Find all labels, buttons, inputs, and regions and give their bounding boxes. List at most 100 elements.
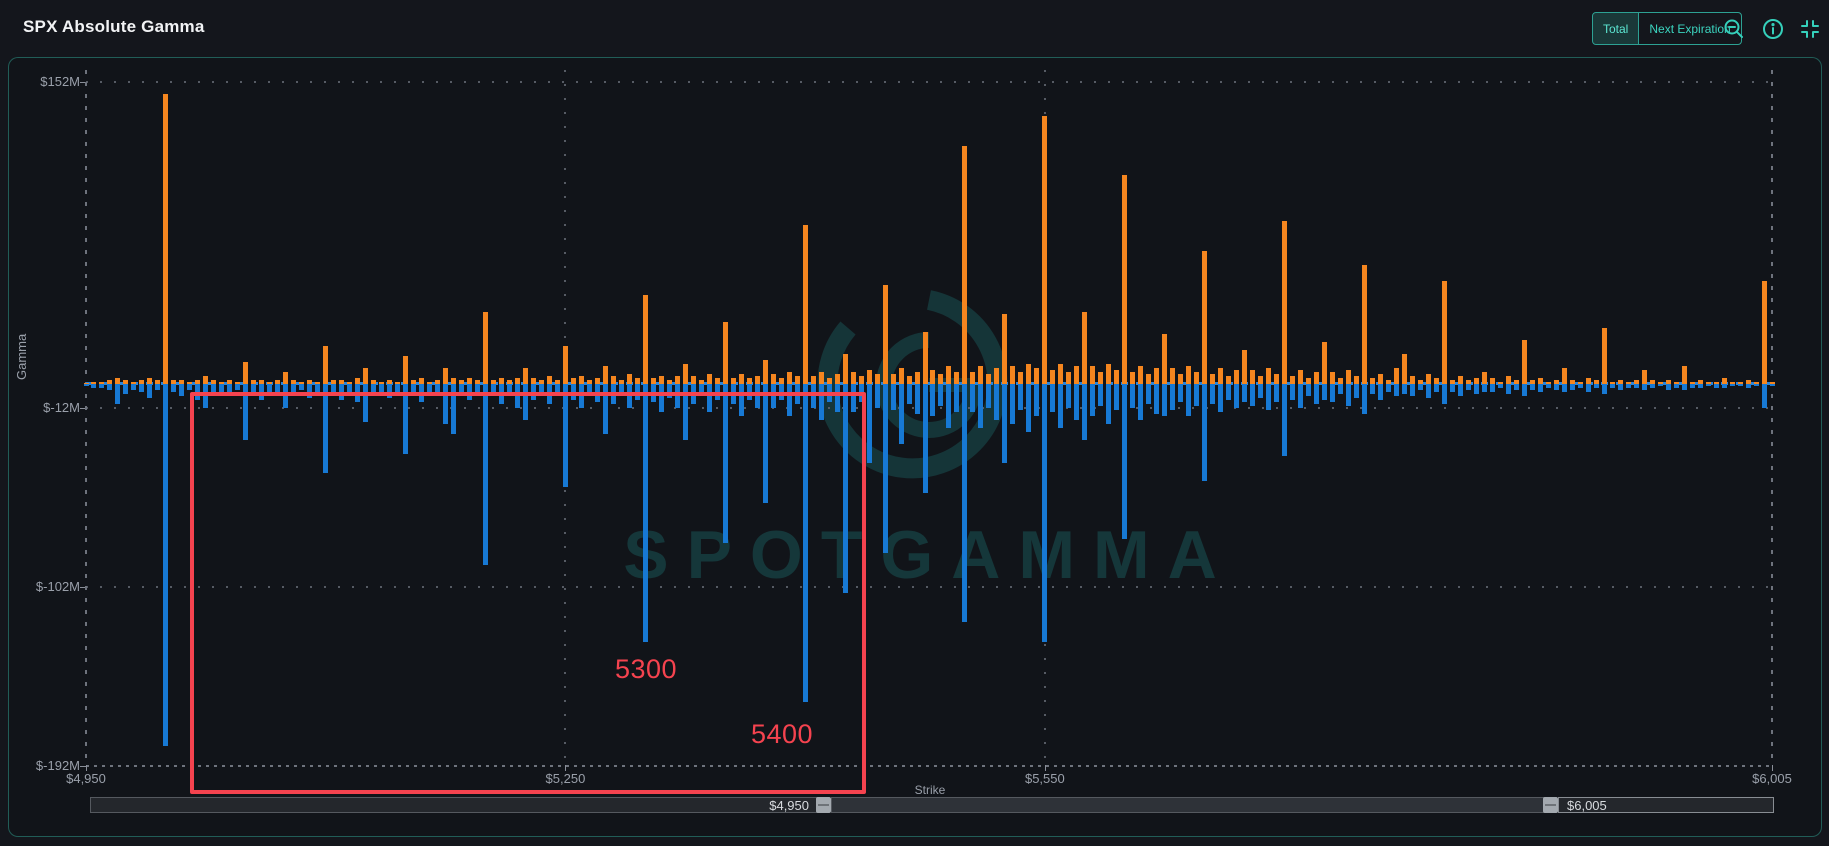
call-gamma-bar bbox=[763, 360, 768, 384]
put-gamma-bar bbox=[1426, 384, 1431, 398]
put-gamma-bar bbox=[1362, 384, 1367, 414]
annotation-label-5300: 5300 bbox=[615, 654, 677, 685]
call-gamma-bar bbox=[1458, 376, 1463, 384]
put-gamma-bar bbox=[1386, 384, 1391, 392]
put-gamma-bar bbox=[1370, 384, 1375, 394]
put-gamma-bar bbox=[1498, 384, 1503, 388]
put-gamma-bar bbox=[1114, 384, 1119, 410]
top-bar: SPX Absolute Gamma Total Next Expiration bbox=[0, 0, 1829, 54]
put-gamma-bar bbox=[1562, 384, 1567, 392]
strike-range-slider[interactable]: $4,950 $6,005 bbox=[90, 797, 1774, 813]
annotation-label-5400: 5400 bbox=[751, 719, 813, 750]
call-gamma-bar bbox=[1098, 372, 1103, 384]
call-gamma-bar bbox=[1066, 372, 1071, 384]
put-gamma-bar bbox=[1570, 384, 1575, 390]
zoom-out-icon[interactable] bbox=[1722, 17, 1746, 41]
slider-track-right[interactable]: $6,005 bbox=[1558, 797, 1774, 813]
slider-track-selected[interactable] bbox=[831, 797, 1547, 813]
slider-track-left[interactable]: $4,950 bbox=[90, 797, 818, 813]
call-gamma-bar bbox=[203, 376, 208, 384]
put-gamma-bar bbox=[1218, 384, 1223, 412]
slider-handle-right[interactable] bbox=[1543, 797, 1558, 813]
put-gamma-bar bbox=[1690, 384, 1695, 388]
info-icon[interactable] bbox=[1761, 17, 1785, 41]
call-gamma-bar bbox=[163, 94, 168, 384]
put-gamma-bar bbox=[1458, 384, 1463, 396]
put-gamma-bar bbox=[1546, 384, 1551, 388]
put-gamma-bar bbox=[978, 384, 983, 428]
put-gamma-bar bbox=[1234, 384, 1239, 408]
call-gamma-bar bbox=[563, 346, 568, 384]
axis-line bbox=[1771, 70, 1773, 765]
put-gamma-bar bbox=[1514, 384, 1519, 390]
call-gamma-bar bbox=[875, 374, 880, 384]
put-gamma-bar bbox=[1122, 384, 1127, 539]
put-gamma-bar bbox=[954, 384, 959, 412]
put-gamma-bar bbox=[1474, 384, 1479, 394]
put-gamma-bar bbox=[1154, 384, 1159, 414]
put-gamma-bar bbox=[1706, 384, 1711, 386]
put-gamma-bar bbox=[1066, 384, 1071, 408]
call-gamma-bar bbox=[547, 376, 552, 384]
put-gamma-bar bbox=[1194, 384, 1199, 406]
call-gamma-bar bbox=[659, 376, 664, 384]
put-gamma-bar bbox=[1050, 384, 1055, 412]
put-gamma-bar bbox=[1634, 384, 1639, 388]
call-gamma-bar bbox=[1106, 364, 1111, 384]
collapse-icon[interactable] bbox=[1798, 17, 1822, 41]
call-gamma-bar bbox=[1130, 372, 1135, 384]
put-gamma-bar bbox=[907, 384, 912, 404]
put-gamma-bar bbox=[1402, 384, 1407, 394]
slider-handle-left[interactable] bbox=[816, 797, 831, 813]
put-gamma-bar bbox=[1090, 384, 1095, 416]
call-gamma-bar bbox=[771, 374, 776, 384]
call-gamma-bar bbox=[1410, 376, 1415, 384]
call-gamma-bar bbox=[1442, 281, 1447, 384]
call-gamma-bar bbox=[283, 372, 288, 384]
toggle-total-button[interactable]: Total bbox=[1593, 13, 1638, 44]
put-gamma-bar bbox=[147, 384, 152, 398]
call-gamma-bar bbox=[867, 370, 872, 384]
put-gamma-bar bbox=[1018, 384, 1023, 410]
put-gamma-bar bbox=[1074, 384, 1079, 420]
put-gamma-bar bbox=[107, 384, 112, 390]
put-gamma-bar bbox=[1538, 384, 1543, 392]
call-gamma-bar bbox=[403, 356, 408, 384]
put-gamma-bar bbox=[891, 384, 896, 410]
put-gamma-bar bbox=[427, 384, 432, 392]
put-gamma-bar bbox=[1674, 384, 1679, 388]
call-gamma-bar bbox=[1266, 368, 1271, 384]
axis-line bbox=[85, 70, 87, 765]
put-gamma-bar bbox=[1626, 384, 1631, 388]
put-gamma-bar bbox=[1170, 384, 1175, 410]
put-gamma-bar bbox=[1042, 384, 1047, 642]
put-gamma-bar bbox=[179, 384, 184, 396]
put-gamma-bar bbox=[267, 384, 272, 392]
put-gamma-bar bbox=[1642, 384, 1647, 390]
call-gamma-bar bbox=[1138, 366, 1143, 384]
call-gamma-bar bbox=[1362, 265, 1367, 384]
put-gamma-bar bbox=[99, 384, 104, 388]
y-tick-label: $-12M bbox=[8, 400, 80, 415]
call-gamma-bar bbox=[1562, 368, 1567, 384]
put-gamma-bar bbox=[1434, 384, 1439, 392]
call-gamma-bar bbox=[1298, 370, 1303, 384]
call-gamma-bar bbox=[627, 374, 632, 384]
call-gamma-bar bbox=[1522, 340, 1527, 384]
put-gamma-bar bbox=[1722, 384, 1727, 388]
put-gamma-bar bbox=[1186, 384, 1191, 416]
call-gamma-bar bbox=[1210, 374, 1215, 384]
call-gamma-bar bbox=[1242, 350, 1247, 384]
put-gamma-bar bbox=[1762, 384, 1767, 408]
put-gamma-bar bbox=[1106, 384, 1111, 424]
call-gamma-bar bbox=[1322, 342, 1327, 384]
call-gamma-bar bbox=[323, 346, 328, 384]
put-gamma-bar bbox=[1578, 384, 1583, 388]
call-gamma-bar bbox=[1250, 370, 1255, 384]
put-gamma-bar bbox=[1258, 384, 1263, 398]
call-gamma-bar bbox=[1018, 372, 1023, 384]
put-gamma-bar bbox=[1754, 384, 1759, 386]
call-gamma-bar bbox=[523, 368, 528, 384]
put-gamma-bar bbox=[1266, 384, 1271, 410]
call-gamma-bar bbox=[1034, 368, 1039, 384]
